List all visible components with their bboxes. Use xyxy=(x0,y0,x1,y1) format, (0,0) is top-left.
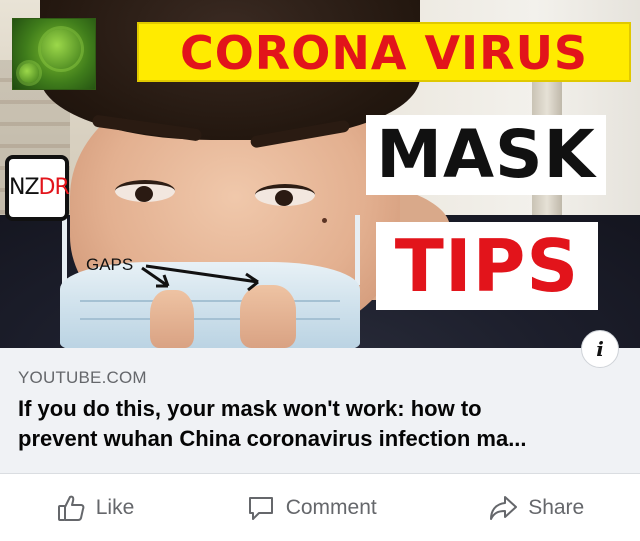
right-eye xyxy=(255,184,315,206)
video-thumbnail[interactable]: CORONA VIRUS NZDR MASK TIPS GAPS xyxy=(0,0,640,348)
comment-button[interactable]: Comment xyxy=(228,485,395,531)
virus-graphic xyxy=(12,18,96,90)
share-button[interactable]: Share xyxy=(470,485,602,531)
thumbnail-word-tips: TIPS xyxy=(376,222,598,310)
mask-strap-right xyxy=(355,215,360,285)
info-icon[interactable]: i xyxy=(581,330,619,368)
link-domain: YOUTUBE.COM xyxy=(18,368,147,387)
channel-logo: NZDR xyxy=(5,155,70,221)
post-action-bar: Like Comment Share xyxy=(0,474,640,541)
virus-icon xyxy=(41,29,81,69)
thumbnail-banner: CORONA VIRUS xyxy=(137,22,631,82)
face-mole xyxy=(322,218,327,223)
gaps-label: GAPS xyxy=(86,255,134,274)
share-arrow-icon xyxy=(490,495,518,520)
like-button[interactable]: Like xyxy=(38,485,153,531)
link-preview-meta[interactable]: YOUTUBE.COM If you do this, your mask wo… xyxy=(0,348,640,474)
comment-bubble-icon xyxy=(248,496,273,520)
logo-text-nz: NZ xyxy=(9,175,40,200)
mask-fold xyxy=(80,318,340,320)
link-title[interactable]: If you do this, your mask won't work: ho… xyxy=(18,394,626,454)
link-title-line-2: prevent wuhan China coronavirus infectio… xyxy=(18,426,527,451)
share-label: Share xyxy=(528,495,585,519)
left-eye xyxy=(115,180,175,202)
thumbs-up-icon xyxy=(57,495,85,521)
like-label: Like xyxy=(95,495,135,519)
virus-icon xyxy=(19,63,39,83)
logo-text-dr: DR xyxy=(38,175,70,200)
link-title-line-1: If you do this, your mask won't work: ho… xyxy=(18,396,482,421)
mask-strap-left xyxy=(62,215,67,285)
comment-label: Comment xyxy=(285,495,377,519)
gaps-arrow-icon xyxy=(141,264,259,292)
thumbnail-word-mask: MASK xyxy=(366,115,606,195)
